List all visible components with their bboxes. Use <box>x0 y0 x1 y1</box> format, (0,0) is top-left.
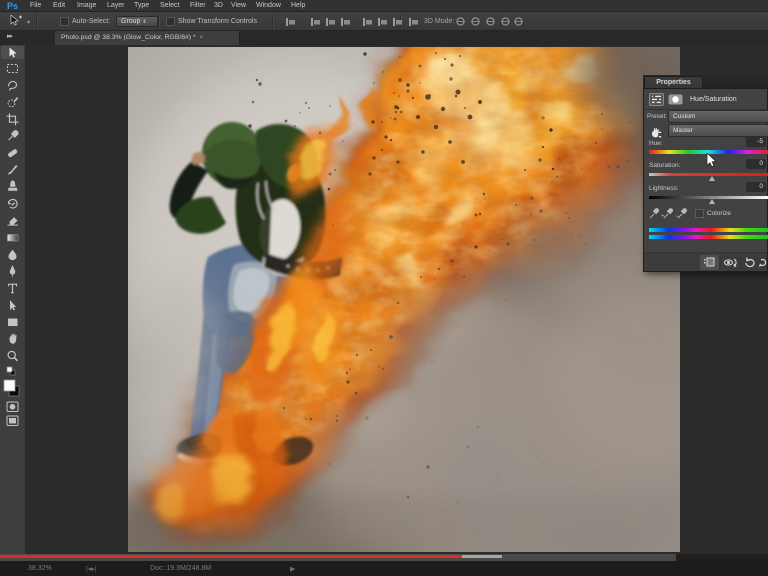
svg-text:+: + <box>661 214 665 219</box>
svg-text:−: − <box>675 214 679 219</box>
